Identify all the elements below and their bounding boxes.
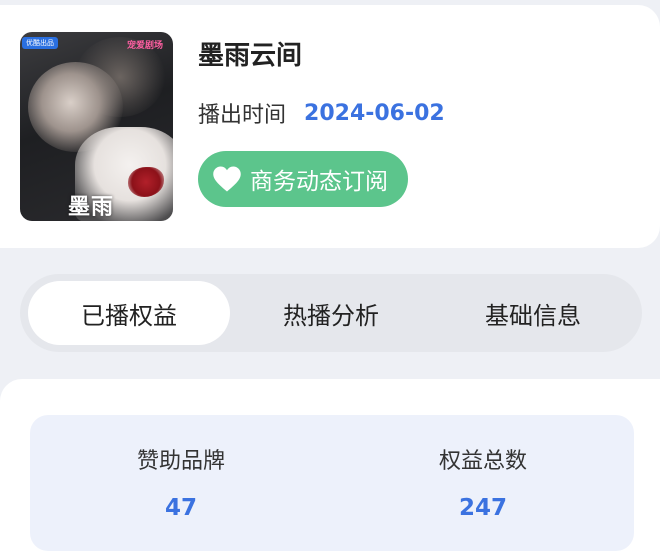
tab-bar: 已播权益 热播分析 基础信息 [20, 274, 642, 352]
poster-brand-logo: 宠爱剧场 [126, 41, 163, 51]
stat-value: 47 [164, 495, 197, 521]
subscribe-button[interactable]: 商务动态订阅 [198, 151, 408, 207]
poster-title-logo: 墨雨 [68, 195, 115, 220]
tab-label: 热播分析 [283, 301, 379, 330]
stat-value: 247 [458, 495, 507, 521]
stat-label: 权益总数 [438, 449, 527, 474]
poster-producer-badge: 优酷出品 [22, 37, 58, 49]
page: 优酷出品 宠爱剧场 墨雨 墨雨云间 播出时间 2024-06-02 商务动态订阅… [0, 0, 660, 559]
stat-sponsor-brands[interactable]: 赞助品牌 47 [30, 443, 332, 521]
show-header-card: 优酷出品 宠爱剧场 墨雨 墨雨云间 播出时间 2024-06-02 商务动态订阅 [0, 5, 660, 248]
heart-icon [212, 164, 242, 194]
stats-summary-box: 赞助品牌 47 权益总数 247 [30, 415, 634, 551]
air-date-label: 播出时间 [198, 103, 287, 128]
air-date-row: 播出时间 2024-06-02 [198, 97, 445, 129]
subscribe-button-label: 商务动态订阅 [250, 169, 388, 195]
tab-label: 已播权益 [81, 301, 177, 330]
tab-label: 基础信息 [485, 301, 581, 330]
tab-basic-info[interactable]: 基础信息 [432, 281, 634, 345]
tab-hot-analysis[interactable]: 热播分析 [230, 281, 432, 345]
show-title: 墨雨云间 [198, 41, 303, 71]
show-poster[interactable]: 优酷出品 宠爱剧场 墨雨 [20, 32, 173, 221]
stat-label: 赞助品牌 [136, 449, 225, 474]
stats-section: 赞助品牌 47 权益总数 247 [0, 379, 660, 559]
air-date-value: 2024-06-02 [304, 100, 445, 126]
tab-aired-rights[interactable]: 已播权益 [28, 281, 230, 345]
stat-total-rights[interactable]: 权益总数 247 [332, 443, 634, 521]
